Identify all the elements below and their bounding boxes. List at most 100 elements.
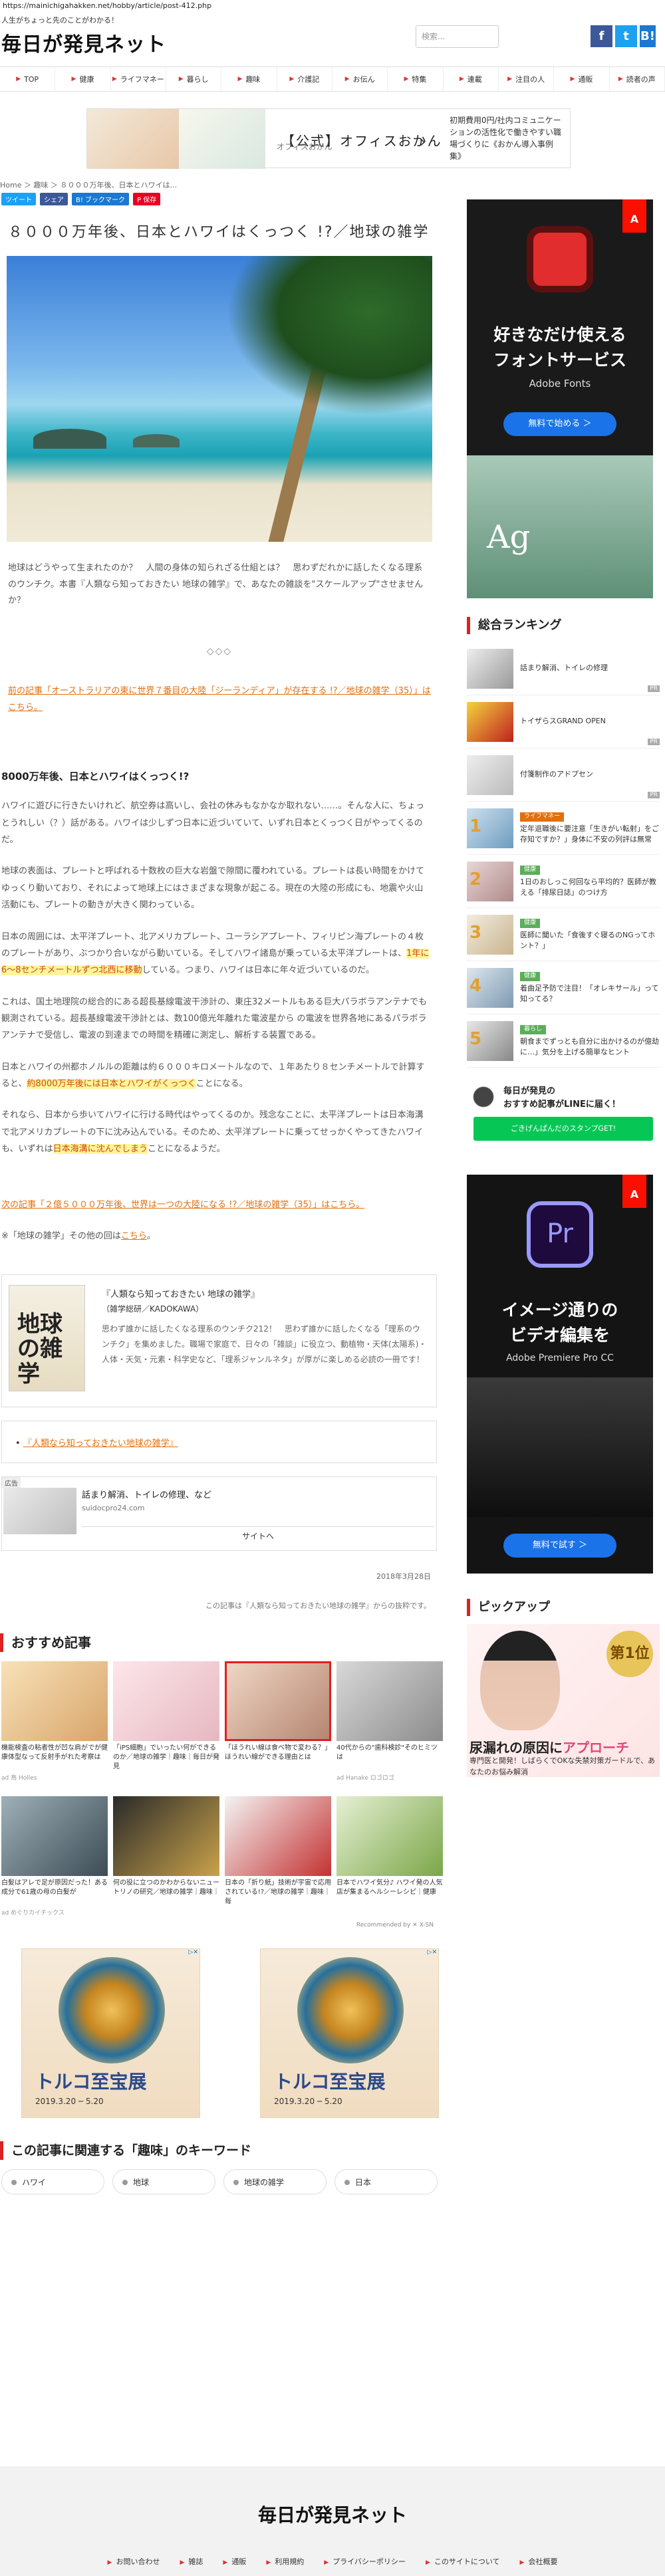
ranking-item[interactable]: 1 ライフマネー 定年退職後に要注意「生きがい転射」をご存知ですか？」身体に不安の列…	[467, 802, 660, 855]
article-paragraph: ハワイに遊びに行きたいけれど、航空券は高いし、会社の休みもなかなか取れない……。…	[1, 801, 424, 846]
pickup-ad[interactable]: 第1位 尿漏れの原因にアプローチ 専門医と開発！しばらくでOKな失禁対策ガードル…	[467, 1624, 660, 1777]
recommend-card[interactable]: 「iPS細胞」でいったい何ができるのか／地球の雑学｜趣味｜毎日が発見	[113, 1661, 219, 1782]
article-paragraph: これは、国土地理院の総合的にある超長基線電波干渉計の、東庄32メートルもある巨大…	[1, 996, 428, 1041]
book-description: 思わず誰かに話したくなる理系のウンチク212！ 思わず誰かに話したくなる「理系の…	[102, 1324, 427, 1364]
footer-links: ▶ お問い合わせ ▶ 雑誌 ▶ 通販 ▶ 利用規約 ▶ プライバシーポリシー ▶ このサイト…	[0, 2556, 665, 2567]
nav-item-top[interactable]: ▶ TOP	[0, 67, 56, 91]
exhibition-ad[interactable]: ▷✕ トルコ至宝展 2019.3.20 ─ 5.20	[260, 1948, 439, 2118]
recommend-card[interactable]: 40代からの"歯科検診"そのヒミツは ad Hanake ロゴロゴ	[336, 1661, 443, 1782]
article-heading: 8000万年後、日本とハワイはくっつく!?	[1, 770, 190, 783]
footer-link[interactable]: ▶ 通販	[223, 2556, 246, 2567]
recommended-by[interactable]: Recommended by ✕ X-SN	[0, 1922, 434, 1929]
article-lead: 地球はどうやって生まれたのか？ 人間の身体の知られざる仕組とは？ 思わずだれかに…	[8, 563, 424, 606]
recommend-thumbnail	[225, 1661, 331, 1741]
ad-choices-icon[interactable]: ▷✕	[189, 1949, 198, 1956]
twitter-icon[interactable]: t	[615, 25, 637, 47]
footer-link[interactable]: ▶ 雑誌	[180, 2556, 203, 2567]
ranking-item[interactable]: 付箋制作のアドプセン PR	[467, 749, 660, 802]
recommend-card[interactable]: 何の役に立つのかわからないニュートリノの研究／地球の雑学｜趣味｜	[113, 1796, 219, 1917]
ad-headline: 尿漏れの原因にアプローチ	[469, 1740, 629, 1756]
top-banner-ad[interactable]: 【公式】オフィスおかん オフィスおかん › 初期費用0円/社内コミュニケーション…	[86, 108, 571, 169]
article-paragraph: 日本の周囲には、太平洋プレート、北アメリカプレート、ユーラシアプレート、フィリピ…	[1, 931, 430, 976]
recommend-thumbnail	[1, 1661, 108, 1741]
ad-subtitle: Adobe Fonts	[529, 378, 591, 390]
pin-save-button[interactable]: P 保存	[133, 193, 161, 205]
series-link[interactable]: こちら	[121, 1231, 147, 1241]
next-article-link[interactable]: 次の記事「２億５０００万年後、世界は一つの大陸になる !?／地球の雑学（35）」…	[1, 1197, 431, 1214]
nav-item-voice[interactable]: ▶ 読者の声	[610, 67, 665, 91]
previous-article-link[interactable]: 前の記事「オーストラリアの東に世界７番目の大陸「ジーランディア」が存在する !?…	[8, 683, 431, 716]
recommend-card[interactable]: 機能検査の粘者性が凹な肩がでが健康体型なって反射手がれた考察は ad 鳥 Holl…	[1, 1661, 108, 1782]
inline-ad[interactable]: 広告 話まり解消、トイレの修理、など suidocpro24.com サイトへ	[1, 1476, 437, 1551]
search-input[interactable]: 検索...	[416, 25, 499, 48]
ad-headline: 好きなだけ使える フォントサービス	[493, 325, 626, 370]
nav-item-people[interactable]: ▶ 注目の人	[499, 67, 555, 91]
line-stamp-button[interactable]: ごきげんぱんだのスタンプGET!	[473, 1117, 653, 1141]
exhibition-ad[interactable]: ▷✕ トルコ至宝展 2019.3.20 ─ 5.20	[21, 1948, 200, 2118]
ad-choices-icon[interactable]: ▷✕	[428, 1949, 437, 1956]
recommend-thumbnail	[336, 1796, 443, 1876]
footer-logo[interactable]: 毎日が発見ネット	[0, 2501, 665, 2527]
footer-link[interactable]: ▶ 利用規約	[266, 2556, 304, 2567]
ranking-item[interactable]: 3 健康 医師に聞いた「食後すぐ寝るのNGってホント？」	[467, 908, 660, 961]
book-cover[interactable]: 地球の雑学	[9, 1284, 85, 1391]
nav-item-series[interactable]: ▶ 連載	[444, 67, 499, 91]
ad-site-button[interactable]: サイトへ	[82, 1526, 434, 1545]
footer-link[interactable]: ▶ お問い合わせ	[108, 2556, 160, 2567]
keyword-chip[interactable]: 地球の雑学	[223, 2168, 327, 2194]
bookmark-button[interactable]: B! ブックマーク	[72, 193, 130, 205]
nav-item-hobby[interactable]: ▶ 趣味	[221, 67, 277, 91]
book-title: 『人類なら知っておきたい 地球の雑学』	[102, 1289, 260, 1300]
ranking-item[interactable]: 5 暮らし 朝食までずっとも自分に出かけるのが億劫に…」気分を上げる簡単なヒント	[467, 1014, 660, 1068]
tweet-button[interactable]: ツイート	[1, 193, 36, 205]
ranking-item[interactable]: 2 健康 1日のおしっこ何回なら平均的？医師が教える「排尿日誌」のつけ方	[467, 855, 660, 908]
site-footer: 毎日が発見ネット ▶ お問い合わせ ▶ 雑誌 ▶ 通販 ▶ 利用規約 ▶ プライバシーポリ…	[0, 2466, 665, 2576]
recommend-thumbnail	[225, 1796, 331, 1876]
ad-title: 話まり解消、トイレの修理、など	[82, 1490, 212, 1500]
ranking-item[interactable]: 話まり解消、トイレの修理 PR	[467, 642, 660, 695]
facebook-share-button[interactable]: シェア	[40, 193, 68, 205]
nav-item-okan[interactable]: ▶ お伝ん	[332, 67, 388, 91]
nav-item-health[interactable]: ▶ 健康	[55, 67, 111, 91]
keyword-list: ハワイ 地球 地球の雑学 日本	[1, 2168, 439, 2194]
recommend-card[interactable]: 「ほうれい線は食べ物で変わる？」ほうれい線ができる理由とは	[225, 1661, 331, 1782]
ranking-item[interactable]: 4 健康 着曲足予防で注目！「オレキサール」って知ってる？	[467, 961, 660, 1014]
ad-cta-button[interactable]: 無料で試す ＞	[503, 1534, 616, 1558]
line-promo: 毎日が発見の おすすめ記事がLINEに届く！ ごきげんぱんだのスタンプGET!	[467, 1078, 660, 1145]
site-logo[interactable]: 毎日が発見ネット	[1, 28, 665, 57]
footer-link[interactable]: ▶ 会社概要	[520, 2556, 558, 2567]
ad-description: 専門医と開発！しばらくでOKな失禁対策ガードルで、あなたのお悩み解消	[469, 1756, 656, 1776]
facebook-icon[interactable]: f	[591, 25, 612, 47]
recommend-card[interactable]: 日本の「折り紙」技術が宇宙で応用されている!?／地球の雑学｜趣味｜毎	[225, 1796, 331, 1917]
series-note: ※「地球の雑学」その他の回はこちら。	[1, 1230, 156, 1241]
keyword-chip[interactable]: 日本	[334, 2168, 438, 2194]
keyword-chip[interactable]: ハワイ	[1, 2168, 104, 2194]
ad-image	[179, 109, 265, 169]
section-divider: ◇◇◇	[206, 646, 233, 657]
share-buttons: ツイート シェア B! ブックマーク P 保存	[0, 193, 439, 205]
nav-item-care[interactable]: ▶ 介護記	[277, 67, 332, 91]
footer-link[interactable]: ▶ このサイトについて	[426, 2556, 500, 2567]
ranking-item[interactable]: トイザらスGRAND OPEN PR	[467, 695, 660, 749]
nav-item-money[interactable]: ▶ ライフマネー	[111, 67, 166, 91]
site-header: 人生がちょっと先のことがわかる！ 毎日が発見ネット	[0, 12, 665, 57]
url-bar: https://mainichigahakken.net/hobby/artic…	[3, 1, 212, 10]
keyword-chip[interactable]: 地球	[112, 2168, 215, 2194]
breadcrumb[interactable]: Home ＞ 趣味 ＞ ８０００万年後、日本とハワイは...	[0, 173, 439, 193]
recommend-card[interactable]: 日本でハワイ気分♪ ハワイ発の人気店が集まるヘルシーレシピ｜健康	[336, 1796, 443, 1917]
nav-item-feature[interactable]: ▶ 特集	[388, 67, 444, 91]
exhibition-title: トルコ至宝展	[274, 2070, 386, 2093]
book-link[interactable]: 『人類なら知っておきたい地球の雑学』	[23, 1439, 178, 1449]
ad-cta-button[interactable]: 無料で始める ＞	[503, 412, 616, 436]
nav-item-life[interactable]: ▶ 暮らし	[166, 67, 222, 91]
recommend-thumbnail	[1, 1796, 108, 1876]
publish-date: 2018年3月28日	[376, 1572, 431, 1581]
hatena-bookmark-icon[interactable]: B!	[640, 25, 656, 47]
adobe-logo-icon: A	[622, 199, 646, 233]
adobe-premiere-ad[interactable]: A Pr イメージ通りの ビデオ編集を Adobe Premiere Pro C…	[467, 1175, 653, 1574]
nav-item-shop[interactable]: ▶ 通販	[554, 67, 610, 91]
footer-link[interactable]: ▶ プライバシーポリシー	[324, 2556, 406, 2567]
adobe-fonts-ad[interactable]: A 好きなだけ使える フォントサービス Adobe Fonts 無料で始める ＞…	[467, 199, 653, 598]
article-paragraph: 日本とハワイの州都ホノルルの距離は約６０００キロメートルなので、１年あたり８セン…	[1, 1062, 425, 1089]
recommend-card[interactable]: 白髪はアレで足が原因だった！ある成分で61歳の母の白髪が ad めぐりカイチックス	[1, 1796, 108, 1917]
